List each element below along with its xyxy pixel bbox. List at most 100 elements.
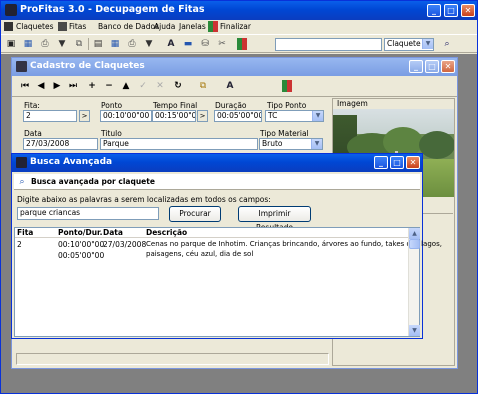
print2-icon[interactable]: ⎙ xyxy=(126,38,138,50)
tempo-final-button[interactable]: > xyxy=(197,110,208,122)
toolbar-search-type-select[interactable]: Claquete ▼ xyxy=(384,38,434,51)
tipo-material-select[interactable]: Bruto ▼ xyxy=(259,138,323,150)
maximize-button[interactable]: □ xyxy=(444,4,458,17)
procurar-button[interactable]: Procurar xyxy=(169,206,221,222)
menu-ajuda[interactable]: Ajuda xyxy=(154,22,175,31)
fitas-icon xyxy=(58,22,67,31)
refresh-icon[interactable]: ↻ xyxy=(172,80,184,92)
busca-dialog: Busca Avançada _ □ ✕ ⌕ Busca avançada po… xyxy=(11,153,442,339)
copy-icon[interactable]: ⧉ xyxy=(197,80,209,92)
results-scrollbar[interactable]: ▲ ▼ xyxy=(408,228,420,336)
filter-icon[interactable]: ▼ xyxy=(56,38,68,50)
cadastro-close-button[interactable]: ✕ xyxy=(441,60,455,73)
col-data[interactable]: Data xyxy=(103,228,123,237)
finalizar-icon xyxy=(208,21,218,32)
tempo-final-input[interactable]: 00:15'00"00 xyxy=(152,110,196,122)
last-record-icon[interactable]: ⏭ xyxy=(67,80,79,92)
print-record-icon[interactable]: A xyxy=(224,80,236,92)
duracao-label: Duração xyxy=(215,101,247,110)
data-input[interactable]: 27/03/2008 xyxy=(23,138,98,150)
busca-minimize-button[interactable]: _ xyxy=(374,156,388,169)
toolbar-separator xyxy=(88,38,89,50)
cadastro-title-bar: Cadastro de Claquetes _ □ ✕ xyxy=(12,58,457,76)
menu-bar: Claquetes Fitas Banco de Dados Ajuda Jan… xyxy=(1,20,477,34)
tipo-ponto-select[interactable]: TC ▼ xyxy=(265,110,324,122)
toolbar-search-type-value: Claquete xyxy=(387,39,421,48)
add-record-icon[interactable]: + xyxy=(86,80,98,92)
tape-icon[interactable]: ⧉ xyxy=(73,38,85,50)
new-fita-icon[interactable]: ▤ xyxy=(92,38,104,50)
fita-input[interactable]: 2 xyxy=(23,110,77,122)
duracao-input[interactable]: 00:05'00"00 xyxy=(214,110,262,122)
prev-record-icon[interactable]: ◀ xyxy=(35,80,47,92)
new-claquete-icon[interactable]: ▣ xyxy=(5,38,17,50)
row-ponto: 00:10'00"00 xyxy=(58,240,105,249)
cadastro-minimize-button[interactable]: _ xyxy=(409,60,423,73)
imprimir-resultado-button[interactable]: Imprimir Resultado xyxy=(238,206,311,232)
app-icon xyxy=(5,4,17,16)
menu-banco-dados[interactable]: Banco de Dados xyxy=(98,22,159,31)
grid-icon[interactable]: ▦ xyxy=(22,38,34,50)
close-form-icon[interactable] xyxy=(282,80,292,92)
menu-claquetes[interactable]: Claquetes xyxy=(16,22,54,31)
col-fita[interactable]: Fita xyxy=(17,228,33,237)
grid2-icon[interactable]: ▦ xyxy=(109,38,121,50)
row-data: 27/03/2008 xyxy=(103,240,147,249)
first-record-icon[interactable]: ⏮ xyxy=(19,80,31,92)
menu-finalizar[interactable]: Finalizar xyxy=(220,22,251,31)
imagem-label: Imagem xyxy=(337,99,368,108)
tools-icon[interactable]: ✂ xyxy=(216,38,228,50)
toolbar-search-input[interactable] xyxy=(275,38,382,51)
cadastro-maximize-button[interactable]: □ xyxy=(425,60,439,73)
busca-maximize-button[interactable]: □ xyxy=(390,156,404,169)
cancel-record-icon[interactable]: ✕ xyxy=(154,80,166,92)
filter2-icon[interactable]: ▼ xyxy=(143,38,155,50)
row-descricao-2: paisagens, céu azul, dia de sol xyxy=(146,250,254,258)
chevron-down-icon: ▼ xyxy=(422,39,433,49)
busca-close-button[interactable]: ✕ xyxy=(406,156,420,169)
main-title-bar: ProFitas 3.0 - Decupagem de Fitas _ □ ✕ xyxy=(1,1,477,20)
delete-record-icon[interactable]: − xyxy=(103,80,115,92)
busca-title-bar: Busca Avançada _ □ ✕ xyxy=(12,154,422,172)
busca-query-input[interactable]: parque criancas xyxy=(17,207,159,220)
titulo-input[interactable]: Parque xyxy=(100,138,258,150)
col-ponto-dur[interactable]: Ponto/Dur. xyxy=(58,228,103,237)
tipo-material-label: Tipo Material xyxy=(260,129,309,138)
table-row[interactable]: 2 00:10'00"00 00:05'00"00 27/03/2008 Cen… xyxy=(15,239,442,261)
next-record-icon[interactable]: ▶ xyxy=(51,80,63,92)
results-list[interactable]: Fita Ponto/Dur. Data Descrição 2 00:10'0… xyxy=(14,227,442,337)
font-icon[interactable]: A xyxy=(165,38,177,50)
scroll-thumb[interactable] xyxy=(409,239,420,249)
app-title: ProFitas 3.0 - Decupagem de Fitas xyxy=(20,4,205,15)
menu-janelas[interactable]: Janelas xyxy=(179,22,206,31)
main-toolbar: ▣ ▦ ⎙ ▼ ⧉ ▤ ▦ ⎙ ▼ A ▬ ⛁ ✂ Claquete ▼ ⌕ xyxy=(1,34,477,53)
cadastro-icon xyxy=(16,61,27,72)
tempo-final-label: Tempo Final xyxy=(153,101,198,110)
scroll-up-button[interactable]: ▲ xyxy=(409,228,420,239)
busca-header-text: Busca avançada por claquete xyxy=(31,177,155,186)
ponto-input[interactable]: 00:10'00"00 xyxy=(100,110,152,122)
data-label: Data xyxy=(24,129,42,138)
menu-fitas[interactable]: Fitas xyxy=(69,22,86,31)
post-record-icon[interactable]: ✓ xyxy=(137,80,149,92)
scroll-down-button[interactable]: ▼ xyxy=(409,325,420,336)
print-icon[interactable]: ⎙ xyxy=(39,38,51,50)
fita-label: Fita: xyxy=(24,101,40,110)
chevron-down-icon: ▼ xyxy=(311,139,322,149)
exit-icon[interactable] xyxy=(237,38,247,50)
keyboard-icon[interactable]: ▬ xyxy=(182,38,194,50)
record-navigator: ⏮ ◀ ▶ ⏭ + − ▲ ✓ ✕ ↻ ⧉ A xyxy=(12,77,457,95)
magnifier-icon: ⌕ xyxy=(19,177,25,187)
search-icon[interactable]: ⌕ xyxy=(441,38,453,50)
ponto-label: Ponto xyxy=(101,101,123,110)
col-descricao[interactable]: Descrição xyxy=(146,228,187,237)
busca-header-panel: ⌕ Busca avançada por claquete xyxy=(14,174,420,190)
minimize-button[interactable]: _ xyxy=(427,4,441,17)
tipo-ponto-value: TC xyxy=(268,111,278,120)
fita-lookup-button[interactable]: > xyxy=(79,110,90,122)
row-fita: 2 xyxy=(17,240,22,249)
close-button[interactable]: ✕ xyxy=(461,4,475,17)
edit-record-icon[interactable]: ▲ xyxy=(120,80,132,92)
database-icon[interactable]: ⛁ xyxy=(199,38,211,50)
row-duracao: 00:05'00"00 xyxy=(58,251,105,260)
